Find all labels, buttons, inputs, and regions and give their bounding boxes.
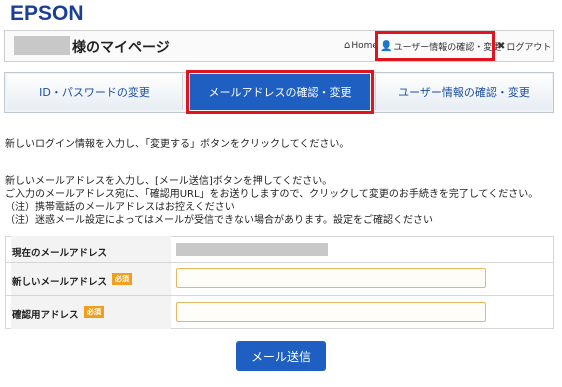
- tab-id-password[interactable]: ID・パスワードの変更: [7, 74, 183, 110]
- new-email-label: 新しいメールアドレス: [12, 277, 108, 288]
- nav-logout-label: ログアウト: [506, 43, 552, 53]
- home-icon: ⌂: [344, 40, 351, 51]
- new-email-input[interactable]: [176, 268, 486, 288]
- required-badge: 必須: [112, 273, 132, 285]
- close-icon: ✖: [497, 41, 506, 52]
- tab-user-info[interactable]: ユーザー情報の確認・変更: [375, 74, 552, 110]
- highlight-box-user-info: [375, 31, 495, 61]
- highlight-box-email-tab: [186, 70, 374, 114]
- nav-logout-link[interactable]: ✖ ログアウト: [497, 40, 551, 53]
- epson-logo: EPSON: [10, 2, 84, 25]
- page-title: 様のマイページ: [72, 40, 170, 56]
- nav-home-label: Home: [351, 40, 378, 51]
- intro-text: 新しいログイン情報を入力し、「変更する」ボタンをクリックしてください。: [5, 139, 350, 150]
- current-email-label: 現在のメールアドレス: [12, 248, 108, 259]
- required-badge: 必須: [84, 306, 104, 318]
- confirm-email-label: 確認用アドレス: [12, 310, 79, 321]
- instruction-note-2: （注）迷惑メール設定によってはメールが受信できない場合があります。設定をご確認く…: [5, 215, 433, 226]
- send-mail-button[interactable]: メール送信: [236, 341, 326, 371]
- user-name-redacted: [14, 36, 70, 55]
- nav-home-link[interactable]: ⌂ Home: [344, 40, 378, 51]
- confirm-email-input[interactable]: [176, 302, 486, 322]
- current-email-redacted: [176, 243, 328, 256]
